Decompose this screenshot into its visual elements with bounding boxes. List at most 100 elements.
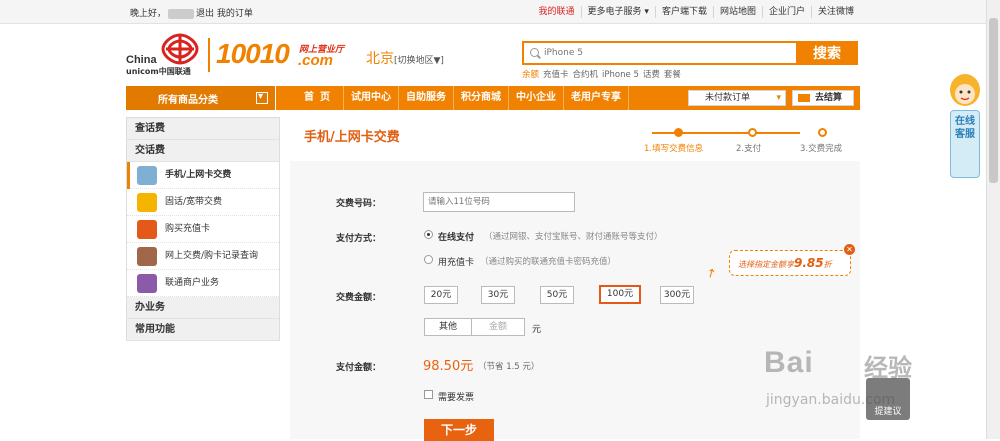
- nav-item-trial[interactable]: 试用中心: [344, 86, 399, 110]
- sidebar-cat-query-bill[interactable]: 查话费: [127, 118, 279, 140]
- card-pay-radio[interactable]: [424, 255, 433, 264]
- search-input[interactable]: [522, 41, 798, 65]
- nav-item-self-service[interactable]: 自助服务: [399, 86, 454, 110]
- search-button[interactable]: 搜索: [796, 41, 858, 65]
- watermark-brand: Bai: [764, 346, 814, 379]
- baidu-watermark: Bai 经验 jingyan.baidu.com: [760, 340, 960, 420]
- amount-label: 交费金额：: [336, 293, 382, 303]
- other-amount-button[interactable]: 其他: [424, 318, 472, 336]
- sidebar: 查话费 交话费 手机/上网卡交费 固话/宽带交费 购买充值卡 网上交费/购卡记录…: [126, 117, 280, 341]
- mascot-icon: [950, 74, 980, 106]
- phone-icon: [137, 193, 157, 212]
- online-pay-radio[interactable]: [424, 230, 433, 239]
- hot-keywords: 余额 充值卡 合约机 iPhone 5 话费 套餐: [522, 68, 685, 80]
- sidebar-cat-pay-bill[interactable]: 交话费: [127, 140, 279, 162]
- enterprise-link[interactable]: 企业门户: [763, 6, 812, 18]
- step-label-1: 1.填写交费信息: [644, 144, 704, 154]
- tip-suffix: 折: [823, 260, 832, 269]
- logo-unicom: unicom中国联通: [126, 67, 191, 76]
- hot-keyword[interactable]: 合约机: [573, 70, 599, 80]
- all-categories-button[interactable]: 所有商品分类: [126, 86, 276, 110]
- card-pay-desc: （通过购买的联通充值卡密码充值）: [480, 257, 617, 267]
- savings-text: （节省 1.5 元）: [478, 362, 540, 372]
- search-icon: [530, 48, 539, 57]
- city-name: 北京: [366, 51, 394, 67]
- hot-keyword[interactable]: 话费: [643, 70, 660, 80]
- all-categories-label: 所有商品分类: [158, 95, 218, 106]
- invoice-checkbox[interactable]: [424, 390, 433, 399]
- online-customer-service[interactable]: 在线客服: [946, 70, 984, 180]
- checkout-button[interactable]: 去结算: [792, 90, 854, 106]
- sidebar-item-label: 购买充值卡: [165, 224, 211, 234]
- sidebar-cat-business[interactable]: 办业务: [127, 297, 279, 319]
- checkout-label: 去结算: [815, 93, 843, 103]
- top-links: 我的联通 更多电子服务 ▾ 客户端下载 网站地图 企业门户 关注微博: [533, 0, 860, 24]
- amount-option-50[interactable]: 50元: [540, 286, 574, 304]
- logo-china: China: [126, 54, 157, 66]
- hot-keyword[interactable]: iPhone 5: [602, 70, 639, 80]
- scrollbar-thumb[interactable]: [989, 18, 998, 183]
- unpaid-orders-dropdown[interactable]: 未付款订单: [688, 90, 786, 106]
- scrollbar[interactable]: [986, 0, 1000, 439]
- sidebar-item-buy-card[interactable]: 购买充值卡: [127, 216, 279, 243]
- invoice-label[interactable]: 需要发票: [438, 390, 474, 403]
- sidebar-item-merchant[interactable]: 联通商户业务: [127, 270, 279, 297]
- hot-keyword[interactable]: 充值卡: [543, 70, 569, 80]
- greeting: 晚上好， 退出 我的订单: [130, 6, 253, 19]
- phone-input[interactable]: [423, 192, 575, 212]
- customer-service-label: 在线客服: [950, 110, 980, 178]
- next-step-button[interactable]: 下一步: [424, 419, 494, 441]
- step-label-3: 3.交费完成: [800, 144, 843, 154]
- step-line: [728, 132, 800, 134]
- sidebar-cat-common[interactable]: 常用功能: [127, 319, 279, 341]
- nav-item-points-mall[interactable]: 积分商城: [454, 86, 509, 110]
- sidebar-item-label: 联通商户业务: [165, 278, 220, 288]
- logout-link[interactable]: 退出: [196, 9, 214, 19]
- sidebar-item-label: 网上交费/购卡记录查询: [165, 251, 259, 261]
- sidebar-item-landline-payment[interactable]: 固话/宽带交费: [127, 189, 279, 216]
- progress-steps: 1.填写交费信息 2.支付 3.交费完成: [644, 128, 854, 158]
- my-orders-link[interactable]: 我的订单: [217, 9, 253, 19]
- city-selector[interactable]: 北京[切换地区▼]: [366, 48, 444, 68]
- amount-option-100[interactable]: 100元: [599, 285, 641, 304]
- logo-separator: [208, 38, 210, 72]
- card-icon: [137, 220, 157, 239]
- step-line: [652, 132, 728, 134]
- amount-option-300[interactable]: 300元: [660, 286, 694, 304]
- merchant-icon: [137, 274, 157, 293]
- sidebar-item-records[interactable]: 网上交费/购卡记录查询: [127, 243, 279, 270]
- hot-keyword[interactable]: 套餐: [664, 70, 681, 80]
- amount-option-20[interactable]: 20元: [424, 286, 458, 304]
- cart-icon: [798, 94, 810, 102]
- nav-item-home[interactable]: 首页: [294, 86, 344, 110]
- weibo-link[interactable]: 关注微博: [812, 6, 860, 18]
- step-dot-1: [674, 128, 683, 137]
- tip-prefix: 选择指定金额享: [738, 260, 794, 269]
- close-icon[interactable]: ✕: [844, 244, 855, 255]
- sidebar-item-label: 手机/上网卡交费: [165, 170, 232, 180]
- custom-amount-input[interactable]: 金额: [471, 318, 525, 336]
- online-pay-label[interactable]: 在线支付: [438, 230, 474, 243]
- logo-domain: .com: [298, 52, 334, 69]
- my-unicom-link[interactable]: 我的联通: [533, 6, 582, 18]
- logo-number: 10010: [216, 38, 290, 69]
- discount-tip: 选择指定金额享9.85折 ✕: [729, 244, 855, 276]
- card-pay-label[interactable]: 用充值卡: [438, 255, 474, 268]
- city-switch[interactable]: [切换地区▼]: [394, 56, 444, 66]
- client-download-link[interactable]: 客户端下载: [656, 6, 714, 18]
- chevron-down-icon: [256, 91, 268, 104]
- main-nav: 所有商品分类 首页 试用中心 自助服务 积分商城 中小企业 老用户专享 未付款订…: [126, 86, 860, 110]
- sitemap-link[interactable]: 网站地图: [714, 6, 763, 18]
- suggest-button[interactable]: 提建议: [866, 378, 910, 420]
- more-services-link[interactable]: 更多电子服务 ▾: [582, 6, 656, 18]
- amount-unit: 元: [532, 325, 542, 335]
- hot-keyword[interactable]: 余额: [522, 70, 539, 80]
- nav-item-old-users[interactable]: 老用户专享: [564, 86, 629, 110]
- mobile-icon: [137, 166, 157, 185]
- pay-amount-label: 支付金额：: [336, 363, 382, 373]
- nav-item-sme[interactable]: 中小企业: [509, 86, 564, 110]
- greeting-text: 晚上好，: [130, 9, 167, 19]
- amount-option-30[interactable]: 30元: [481, 286, 515, 304]
- sidebar-item-mobile-payment[interactable]: 手机/上网卡交费: [127, 162, 279, 189]
- record-icon: [137, 247, 157, 266]
